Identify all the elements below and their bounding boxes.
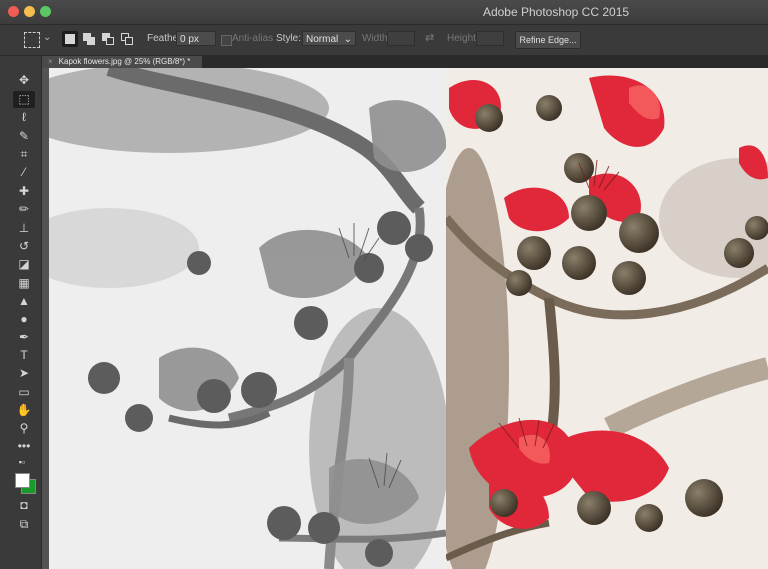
eraser-tool-icon[interactable]: ◪ <box>13 256 35 273</box>
style-value: Normal <box>306 34 339 45</box>
style-select[interactable]: Normal ⌄ <box>302 31 356 46</box>
antialias-label: Anti-alias <box>232 33 274 44</box>
photo <box>49 68 768 569</box>
brush-tool-icon[interactable]: ✏ <box>13 201 35 218</box>
tool-preset-picker[interactable] <box>24 32 40 48</box>
antialias-checkbox[interactable] <box>221 35 232 46</box>
rectangular-marquee-tool-icon[interactable]: ⬚ <box>13 91 35 108</box>
chevron-down-icon[interactable]: ⌄ <box>43 32 51 43</box>
path-selection-tool-icon[interactable]: ➤ <box>13 365 35 382</box>
document-tab[interactable]: × Kapok flowers.jpg @ 25% (RGB/8*) * <box>42 56 203 68</box>
crop-tool-icon[interactable]: ⌗ <box>13 146 35 163</box>
default-colors-icon[interactable]: ▪▫ <box>11 454 33 471</box>
rectangle-tool-icon[interactable]: ▭ <box>13 384 35 401</box>
blur-tool-icon[interactable]: ▲ <box>13 293 35 310</box>
style-label: Style: <box>276 33 302 44</box>
quick-selection-tool-icon[interactable]: ✎ <box>13 128 35 145</box>
move-tool-icon[interactable]: ✥ <box>13 72 35 89</box>
window-title: Adobe Photoshop CC 2015 <box>482 5 630 19</box>
type-tool-icon[interactable]: T <box>13 347 35 364</box>
title-bar: Adobe Photoshop CC 2015 <box>0 0 768 25</box>
width-input[interactable] <box>387 31 415 46</box>
tools-panel: ✥ ⬚ ℓ ✎ ⌗ ⁄ ✚ ✏ ⊥ ↺ ◪ ▦ ▲ ● ✒ T ➤ ▭ ✋ ⚲ … <box>0 56 42 569</box>
chevron-down-icon: ⌄ <box>343 34 352 45</box>
height-input[interactable] <box>476 31 504 46</box>
add-to-selection-button[interactable] <box>81 31 97 47</box>
screen-mode-icon[interactable]: ⧉ <box>13 516 35 533</box>
clone-stamp-tool-icon[interactable]: ⊥ <box>13 220 35 237</box>
lasso-tool-icon[interactable]: ℓ <box>13 109 35 126</box>
document-tab-bar: × Kapok flowers.jpg @ 25% (RGB/8*) * <box>42 56 768 68</box>
healing-brush-tool-icon[interactable]: ✚ <box>13 183 35 200</box>
hand-tool-icon[interactable]: ✋ <box>13 402 35 419</box>
new-selection-button[interactable] <box>62 31 78 47</box>
foreground-color-swatch[interactable] <box>15 473 30 488</box>
subtract-from-selection-button[interactable] <box>100 31 116 47</box>
height-label: Height: <box>447 33 479 44</box>
dodge-tool-icon[interactable]: ● <box>13 311 35 328</box>
document-tab-title: Kapok flowers.jpg @ 25% (RGB/8*) * <box>58 57 191 66</box>
options-bar: ⌄ Feather: 0 px Anti-alias Style: Normal… <box>0 25 768 56</box>
close-icon[interactable]: × <box>48 57 53 66</box>
refine-edge-button[interactable]: Refine Edge... <box>515 31 581 49</box>
intersect-selection-button[interactable] <box>119 31 135 47</box>
eyedropper-tool-icon[interactable]: ⁄ <box>13 164 35 181</box>
edit-toolbar-icon[interactable]: ••• <box>13 438 35 455</box>
document-canvas[interactable] <box>49 68 768 569</box>
grayscale-half <box>49 68 446 569</box>
zoom-tool-icon[interactable]: ⚲ <box>13 420 35 437</box>
color-half <box>446 68 768 569</box>
swap-width-height-icon[interactable]: ⇄ <box>425 31 434 44</box>
history-brush-tool-icon[interactable]: ↺ <box>13 238 35 255</box>
feather-input[interactable]: 0 px <box>176 31 216 46</box>
quick-mask-icon[interactable]: ◘ <box>13 497 35 514</box>
gradient-tool-icon[interactable]: ▦ <box>13 275 35 292</box>
pen-tool-icon[interactable]: ✒ <box>13 329 35 346</box>
